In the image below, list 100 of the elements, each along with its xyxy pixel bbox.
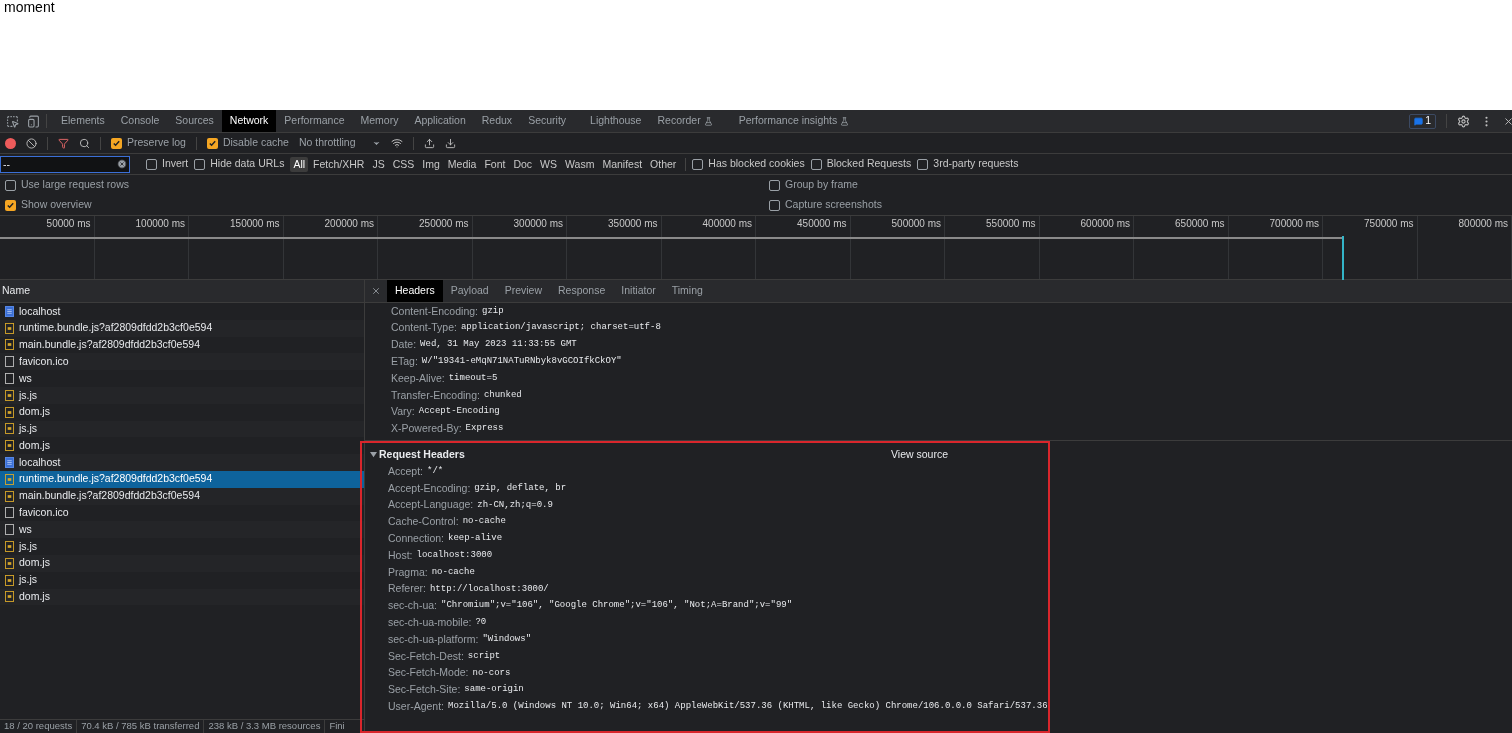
issues-badge[interactable]: 1 <box>1409 113 1436 129</box>
request-row[interactable]: ws <box>0 521 364 539</box>
checkbox[interactable] <box>5 199 16 211</box>
header-value: chunked <box>483 388 522 402</box>
panel-tab[interactable]: Sources <box>167 110 222 132</box>
search-icon[interactable] <box>79 137 90 149</box>
request-row[interactable]: js.js <box>0 571 364 589</box>
panel-tab[interactable]: Performance insights <box>730 110 858 132</box>
panel-tab[interactable]: Performance <box>276 110 353 132</box>
request-name: main.bundle.js?af2809dfdd2b3cf0e594 <box>19 488 200 504</box>
request-row[interactable]: localhost <box>0 454 364 471</box>
type-filter[interactable]: CSS <box>389 156 418 172</box>
tick-label: 550000 ms <box>986 217 1036 231</box>
download-icon[interactable] <box>444 137 456 149</box>
header-value: gzip <box>482 304 504 318</box>
panel-tab[interactable]: Security <box>520 110 575 132</box>
header-value: http://localhost:3000/ <box>429 582 549 596</box>
close-icon[interactable] <box>1503 115 1512 127</box>
request-row[interactable]: runtime.bundle.js?af2809dfdd2b3cf0e594 <box>0 319 364 337</box>
panel-tab[interactable]: Memory <box>352 110 407 132</box>
type-filter[interactable]: All <box>290 156 309 172</box>
throttling-dropdown[interactable]: No throttling <box>298 135 381 151</box>
panel-tab[interactable]: Recorder <box>649 110 721 132</box>
tick-label: 350000 ms <box>608 217 658 231</box>
view-source-link[interactable]: View source <box>891 446 948 463</box>
timeline-overview[interactable]: 50000 ms 100000 ms 150000 ms 200000 ms 250000 ms 300000 ms 350000 ms 400000 ms 450000 ms 500000 ms 550000 ms 600000 ms 650000 ms 700000 ms 750000 ms 800000 ms <box>0 216 1512 280</box>
panel-tab[interactable]: Redux <box>473 110 521 132</box>
clear-icon[interactable] <box>26 137 37 149</box>
request-row[interactable]: ws <box>0 370 364 387</box>
checkbox[interactable] <box>692 158 704 170</box>
type-filter[interactable]: Media <box>444 156 480 172</box>
request-row[interactable]: favicon.ico <box>0 353 364 371</box>
type-filter[interactable]: Img <box>419 156 443 172</box>
checkbox[interactable] <box>917 158 929 170</box>
device-toolbar-icon[interactable] <box>27 114 40 128</box>
request-name: main.bundle.js?af2809dfdd2b3cf0e594 <box>19 337 200 353</box>
type-filter[interactable]: Wasm <box>562 156 598 172</box>
header-value: timeout=5 <box>448 371 498 385</box>
checkbox[interactable] <box>5 179 16 191</box>
checkbox[interactable] <box>769 199 780 211</box>
tick-label: 300000 ms <box>513 217 563 231</box>
request-name: favicon.ico <box>19 505 69 521</box>
detail-tab[interactable]: Payload <box>442 280 497 302</box>
record-button[interactable] <box>5 137 16 149</box>
upload-icon[interactable] <box>423 137 435 149</box>
detail-tab[interactable]: Headers <box>387 280 443 302</box>
request-row[interactable]: js.js <box>0 538 364 555</box>
panel-tab[interactable]: Network <box>221 110 277 132</box>
checkbox[interactable] <box>111 137 122 149</box>
checkbox[interactable] <box>810 158 822 170</box>
status-text: 238 kB / 3.3 MB resources <box>203 720 325 733</box>
type-filter[interactable]: Manifest <box>599 156 646 172</box>
type-filter[interactable]: Doc <box>510 156 536 172</box>
request-row[interactable]: dom.js <box>0 554 364 572</box>
request-row[interactable]: dom.js <box>0 437 364 455</box>
checkbox[interactable] <box>769 179 780 191</box>
request-name: runtime.bundle.js?af2809dfdd2b3cf0e594 <box>19 320 213 336</box>
tick-label: 500000 ms <box>891 217 941 231</box>
request-row[interactable]: dom.js <box>0 403 364 421</box>
type-filter[interactable]: Other <box>647 156 680 172</box>
checkbox[interactable] <box>146 158 157 170</box>
expand-triangle-icon[interactable] <box>370 450 379 458</box>
panel-tab[interactable]: Lighthouse <box>582 110 650 132</box>
panel-tab[interactable]: Application <box>406 110 474 132</box>
detail-tab[interactable]: Preview <box>496 280 550 302</box>
request-row[interactable]: js.js <box>0 420 364 438</box>
type-filter[interactable]: JS <box>369 156 388 172</box>
request-row[interactable]: dom.js <box>0 588 364 606</box>
script-file-icon <box>5 591 14 603</box>
header-value: Accept-Encoding <box>418 405 500 419</box>
checkbox[interactable] <box>206 137 218 149</box>
type-filter[interactable]: WS <box>537 156 561 172</box>
detail-tab[interactable]: Timing <box>663 280 711 302</box>
request-name: localhost <box>19 303 61 319</box>
checkbox[interactable] <box>194 158 206 170</box>
close-icon[interactable] <box>371 286 381 296</box>
request-row[interactable]: favicon.ico <box>0 504 364 522</box>
script-file-icon <box>5 473 14 485</box>
filter-field[interactable]: -- <box>0 155 130 173</box>
script-file-icon <box>5 322 14 334</box>
request-row[interactable]: main.bundle.js?af2809dfdd2b3cf0e594 <box>0 336 364 354</box>
network-conditions-icon[interactable] <box>390 137 403 149</box>
timeline-marker <box>1342 236 1344 280</box>
settings-icon[interactable] <box>1457 114 1470 128</box>
panel-tab[interactable]: Elements <box>53 110 113 132</box>
type-filter[interactable]: Font <box>481 156 509 172</box>
filter-icon[interactable] <box>58 137 69 149</box>
column-header[interactable]: Name <box>2 283 30 299</box>
section-title[interactable]: Request Headers <box>379 446 465 463</box>
clear-field-icon[interactable] <box>117 158 127 169</box>
header-name: X-Powered-By: <box>391 421 462 437</box>
request-row[interactable]: js.js <box>0 387 364 404</box>
request-row[interactable]: localhost <box>0 303 364 320</box>
type-filter[interactable]: Fetch/XHR <box>310 156 368 172</box>
status-text: 18 / 20 requests <box>3 720 74 733</box>
detail-tab[interactable]: Initiator <box>613 280 664 302</box>
panel-tab[interactable]: Console <box>112 110 168 132</box>
header-value: localhost:3000 <box>416 549 493 562</box>
detail-tab[interactable]: Response <box>550 280 614 302</box>
inspect-icon[interactable] <box>6 114 19 128</box>
